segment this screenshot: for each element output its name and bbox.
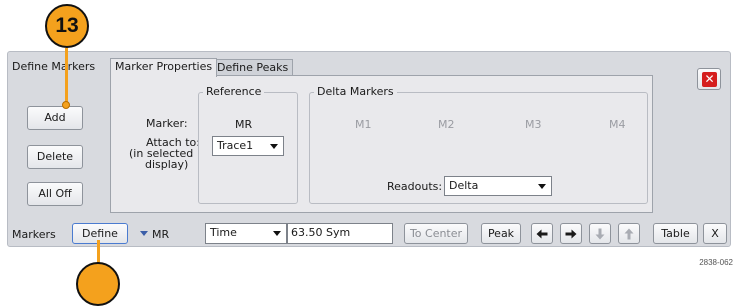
chevron-down-icon — [270, 144, 278, 149]
marker-position-value: 63.50 Sym — [291, 226, 351, 239]
delta-marker-m2: M2 — [438, 118, 455, 131]
close-icon: ✕ — [702, 72, 717, 87]
marker-selector-icon — [140, 231, 148, 236]
callout-13-dot — [62, 101, 70, 109]
peak-button[interactable]: Peak — [481, 223, 521, 244]
figure-caption: 2838-062 — [699, 258, 733, 267]
all-off-button[interactable]: All Off — [27, 182, 83, 206]
delta-marker-m3: M3 — [525, 118, 542, 131]
chevron-down-icon — [273, 231, 281, 236]
markers-label: Markers — [12, 228, 56, 241]
arrow-right-icon — [565, 229, 577, 238]
chevron-down-icon — [538, 184, 546, 189]
tab-marker-properties[interactable]: Marker Properties — [110, 58, 218, 77]
callout-13-leader — [65, 48, 68, 103]
higher-peak-button[interactable] — [618, 223, 640, 244]
callout-13: 13 — [45, 4, 89, 48]
delta-marker-m1: M1 — [355, 118, 372, 131]
delete-button[interactable]: Delete — [27, 145, 83, 169]
delta-marker-m4: M4 — [609, 118, 626, 131]
callout-partial — [76, 262, 120, 306]
arrow-left-icon — [536, 229, 548, 238]
lower-peak-button[interactable] — [589, 223, 611, 244]
reference-group-title: Reference — [203, 86, 265, 98]
panel-title: Define Markers — [12, 60, 96, 73]
delta-markers-title: Delta Markers — [314, 86, 397, 98]
reference-marker-value: MR — [235, 118, 253, 131]
readouts-select[interactable]: Delta — [444, 176, 552, 196]
table-button[interactable]: Table — [653, 223, 698, 244]
callout-number: 13 — [55, 14, 79, 37]
next-peak-button[interactable] — [560, 223, 582, 244]
domain-select[interactable]: Time — [205, 223, 287, 244]
marker-position-input[interactable]: 63.50 Sym — [287, 223, 393, 244]
arrow-down-icon — [595, 228, 605, 239]
add-button[interactable]: Add — [27, 106, 83, 130]
attach-note-line2: display) — [145, 158, 189, 171]
attach-to-select[interactable]: Trace1 — [212, 136, 284, 156]
domain-value: Time — [210, 226, 237, 239]
close-button[interactable]: ✕ — [697, 68, 721, 90]
arrow-up-icon — [624, 228, 634, 239]
attach-to-value: Trace1 — [217, 139, 254, 152]
readouts-value: Delta — [449, 179, 479, 192]
marker-label: Marker: — [146, 117, 188, 130]
marker-selector-value[interactable]: MR — [152, 228, 169, 241]
close-marker-toolbar-button[interactable]: X — [703, 223, 727, 244]
define-button[interactable]: Define — [72, 223, 128, 244]
to-center-button[interactable]: To Center — [404, 223, 468, 244]
readouts-label: Readouts: — [387, 180, 443, 193]
previous-peak-button[interactable] — [531, 223, 553, 244]
